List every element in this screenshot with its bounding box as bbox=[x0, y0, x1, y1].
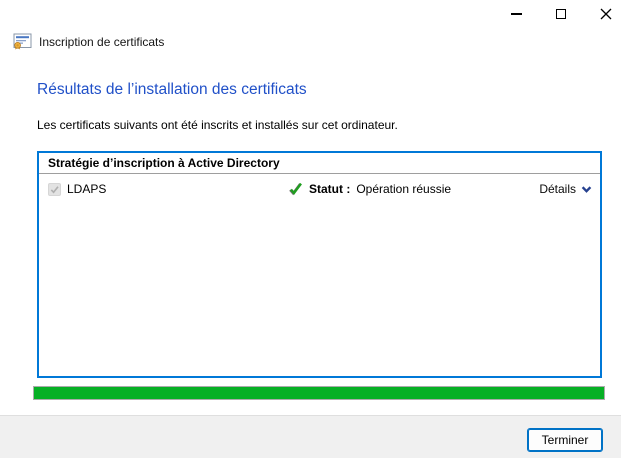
app-title: Inscription de certificats bbox=[39, 35, 164, 49]
app-header: Inscription de certificats bbox=[13, 33, 164, 50]
page-title: Résultats de l’installation des certific… bbox=[37, 81, 307, 99]
enrollment-policy-header: Stratégie d’inscription à Active Directo… bbox=[39, 153, 600, 174]
close-button[interactable] bbox=[599, 6, 613, 22]
details-label: Détails bbox=[539, 182, 576, 196]
progress-fill bbox=[34, 387, 604, 399]
titlebar-controls bbox=[509, 6, 613, 22]
certificate-name: LDAPS bbox=[67, 182, 106, 196]
status-label: Statut : bbox=[309, 182, 350, 196]
minimize-icon bbox=[511, 13, 522, 14]
checkbox-check-icon bbox=[49, 184, 60, 195]
minimize-button[interactable] bbox=[509, 6, 523, 22]
details-expander[interactable]: Détails bbox=[539, 174, 592, 204]
certificate-icon bbox=[13, 33, 32, 50]
page-description: Les certificats suivants ont été inscrit… bbox=[37, 118, 398, 132]
maximize-button[interactable] bbox=[554, 6, 568, 22]
status-group: Statut : Opération réussie bbox=[289, 174, 451, 204]
success-check-icon bbox=[289, 182, 303, 196]
enrollment-results-panel: Stratégie d’inscription à Active Directo… bbox=[37, 151, 602, 378]
close-icon bbox=[600, 8, 612, 20]
progress-bar bbox=[33, 386, 605, 400]
chevron-down-icon bbox=[581, 185, 592, 194]
finish-button[interactable]: Terminer bbox=[527, 428, 603, 452]
status-value: Opération réussie bbox=[356, 182, 451, 196]
footer-bar: Terminer bbox=[0, 415, 621, 458]
certificate-checkbox bbox=[48, 183, 61, 196]
table-row: LDAPS Statut : Opération réussie Détails bbox=[39, 174, 600, 204]
maximize-icon bbox=[556, 9, 566, 19]
